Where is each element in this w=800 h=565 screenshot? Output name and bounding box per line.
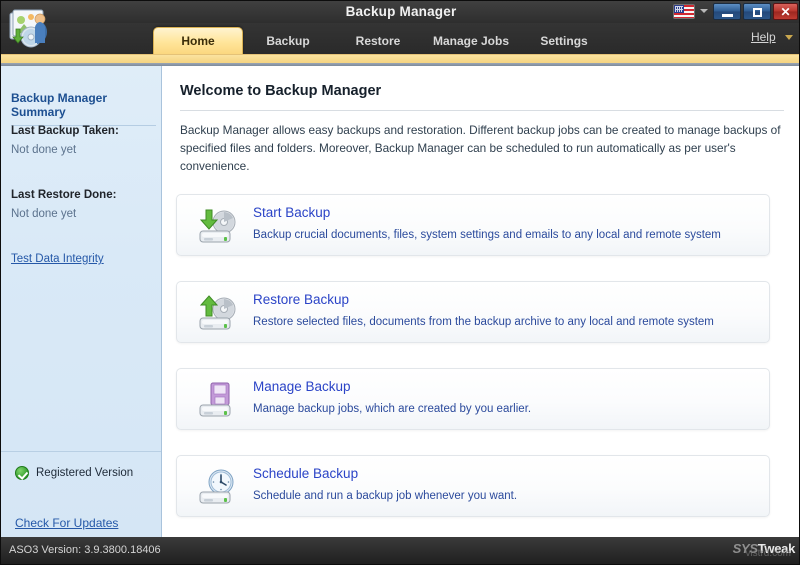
maximize-icon bbox=[753, 8, 762, 17]
test-data-integrity-link[interactable]: Test Data Integrity bbox=[11, 253, 104, 265]
us-flag-icon[interactable] bbox=[673, 4, 695, 19]
registered-version-status: Registered Version bbox=[15, 466, 133, 480]
card-description: Backup crucial documents, files, system … bbox=[253, 229, 721, 241]
minimize-icon bbox=[722, 14, 733, 17]
last-backup-label: Last Backup Taken: bbox=[11, 125, 119, 137]
close-button[interactable]: ✕ bbox=[773, 3, 798, 20]
intro-paragraph: Backup Manager allows easy backups and r… bbox=[180, 121, 782, 175]
card-manage-backup[interactable]: Manage Backup Manage backup jobs, which … bbox=[176, 368, 770, 430]
tab-restore[interactable]: Restore bbox=[333, 29, 423, 54]
minimize-button[interactable] bbox=[713, 3, 741, 20]
page-title: Welcome to Backup Manager bbox=[180, 83, 381, 99]
card-title[interactable]: Restore Backup bbox=[253, 292, 349, 307]
last-restore-value: Not done yet bbox=[11, 208, 76, 220]
backup-manager-app-icon bbox=[7, 7, 53, 51]
card-title[interactable]: Schedule Backup bbox=[253, 466, 358, 481]
card-description: Schedule and run a backup job whenever y… bbox=[253, 490, 517, 502]
help-menu[interactable]: Help bbox=[751, 30, 793, 44]
registered-version-label: Registered Version bbox=[36, 467, 133, 479]
flag-canton bbox=[674, 5, 684, 13]
disk-down-arrow-icon bbox=[195, 207, 239, 247]
backup-manager-window: Backup Manager ✕ bbox=[0, 0, 800, 565]
close-icon: ✕ bbox=[780, 5, 790, 19]
card-title[interactable]: Manage Backup bbox=[253, 379, 351, 394]
gold-divider bbox=[1, 54, 800, 66]
check-for-updates-link[interactable]: Check For Updates bbox=[15, 516, 118, 530]
help-label[interactable]: Help bbox=[751, 30, 776, 44]
tab-backup[interactable]: Backup bbox=[243, 29, 333, 54]
tab-settings[interactable]: Settings bbox=[519, 29, 609, 54]
card-start-backup[interactable]: Start Backup Backup crucial documents, f… bbox=[176, 194, 770, 256]
version-label: ASO3 Version: 3.9.3800.18406 bbox=[9, 544, 161, 556]
card-description: Manage backup jobs, which are created by… bbox=[253, 403, 531, 415]
content-area: Backup Manager Summary Last Backup Taken… bbox=[1, 66, 800, 539]
help-chevron-down-icon[interactable] bbox=[785, 35, 793, 40]
tab-manage-jobs[interactable]: Manage Jobs bbox=[423, 29, 519, 54]
clock-disk-icon bbox=[195, 468, 239, 508]
card-title[interactable]: Start Backup bbox=[253, 205, 330, 220]
tab-home[interactable]: Home bbox=[153, 27, 243, 54]
main-panel: Welcome to Backup Manager Backup Manager… bbox=[162, 66, 800, 539]
last-restore-label: Last Restore Done: bbox=[11, 189, 116, 201]
card-restore-backup[interactable]: Restore Backup Restore selected files, d… bbox=[176, 281, 770, 343]
watermark-text: vistrd.com bbox=[745, 548, 791, 559]
sidebar-title: Backup Manager Summary bbox=[11, 91, 156, 126]
green-check-icon bbox=[15, 466, 29, 480]
last-backup-value: Not done yet bbox=[11, 144, 76, 156]
maximize-button[interactable] bbox=[743, 3, 771, 20]
language-chevron-down-icon[interactable] bbox=[700, 9, 708, 13]
title-bar: Backup Manager ✕ bbox=[1, 1, 800, 23]
sidebar: Backup Manager Summary Last Backup Taken… bbox=[1, 66, 162, 539]
floppy-disk-icon bbox=[195, 381, 239, 421]
sidebar-divider bbox=[1, 451, 161, 452]
header-bar: Home Backup Restore Manage Jobs Settings… bbox=[1, 23, 800, 54]
title-divider bbox=[180, 110, 784, 111]
disk-up-arrow-icon bbox=[195, 294, 239, 334]
tab-strip: Home Backup Restore Manage Jobs Settings bbox=[153, 23, 609, 54]
card-schedule-backup[interactable]: Schedule Backup Schedule and run a backu… bbox=[176, 455, 770, 517]
status-bar: ASO3 Version: 3.9.3800.18406 SYSTweak vi… bbox=[1, 537, 800, 564]
card-description: Restore selected files, documents from t… bbox=[253, 316, 714, 328]
